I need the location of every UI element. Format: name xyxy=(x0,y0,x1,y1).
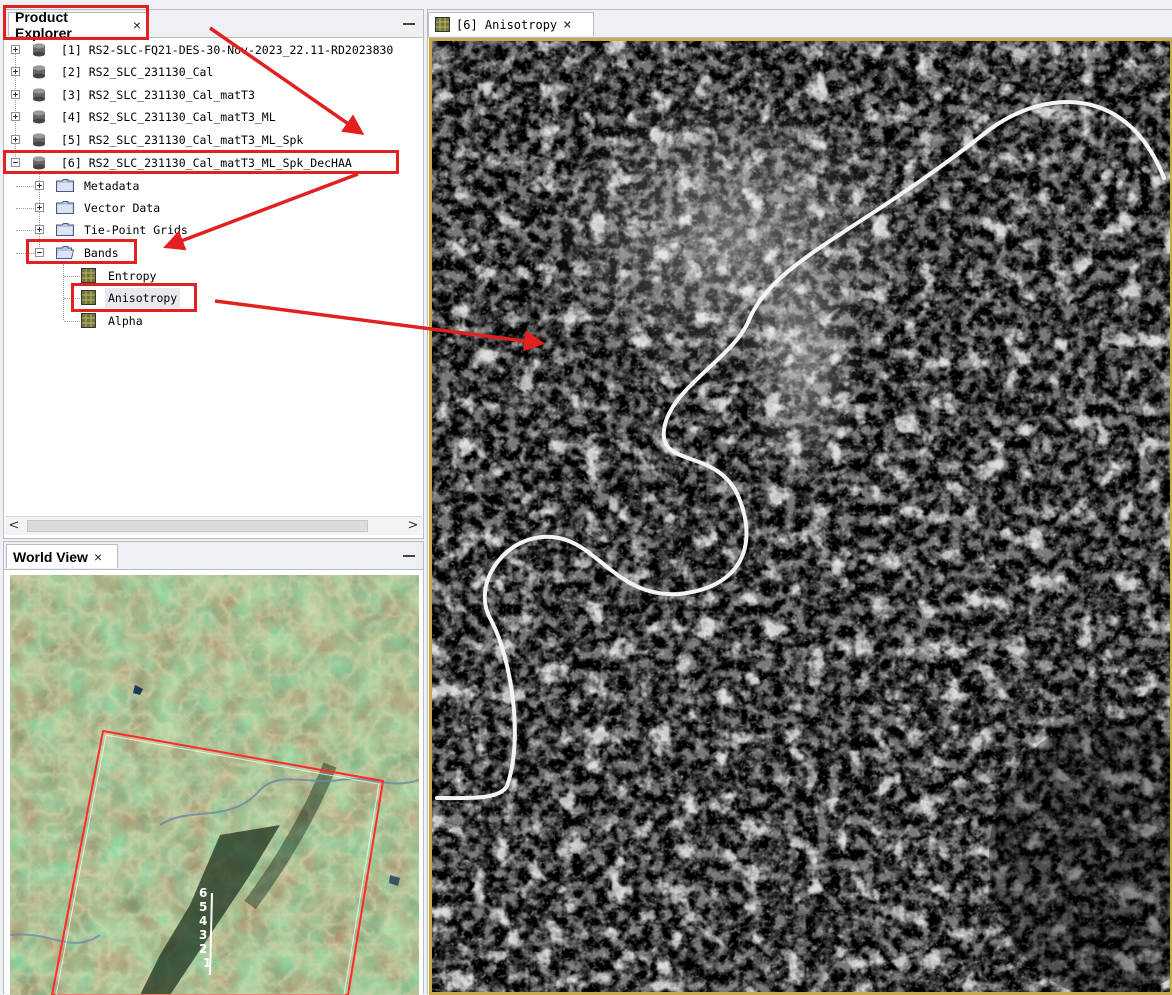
product-name: RS2_SLC_231130_Cal xyxy=(88,65,214,79)
tree-product-3[interactable]: [3] RS2_SLC_231130_Cal_matT3 xyxy=(4,85,424,105)
world-view-panel: World View × 6 5 4 3 2 1 xyxy=(3,541,424,995)
tree-product-5[interactable]: [5] RS2_SLC_231130_Cal_matT3_ML_Spk xyxy=(4,130,424,150)
tree-band-alpha[interactable]: Alpha xyxy=(4,311,424,331)
footprint-label: 6 xyxy=(199,886,207,900)
footprint-label: 3 xyxy=(199,928,207,942)
expand-toggle-icon[interactable] xyxy=(11,135,20,144)
close-icon[interactable]: × xyxy=(133,17,141,33)
scroll-left-icon[interactable]: < xyxy=(5,517,23,535)
product-index: [2] xyxy=(61,65,82,79)
tab-label: Product Explorer xyxy=(15,8,72,41)
product-name: RS2_SLC_231130_Cal_matT3_ML_Spk_DecHAA xyxy=(88,156,352,170)
raster-band-icon xyxy=(435,17,450,32)
product-name: RS2_SLC_231130_Cal_matT3_ML xyxy=(88,110,276,124)
expand-toggle-icon[interactable] xyxy=(35,225,44,234)
folder-open-icon xyxy=(56,246,74,259)
world-map[interactable]: 6 5 4 3 2 1 xyxy=(10,575,419,995)
footprint-label: 2 xyxy=(199,942,207,956)
minimize-icon[interactable] xyxy=(403,548,415,560)
close-icon[interactable]: × xyxy=(94,549,102,565)
expand-toggle-icon[interactable] xyxy=(11,45,20,54)
tree-band-anisotropy[interactable]: Anisotropy xyxy=(4,288,424,308)
world-view-tabbar: World View × xyxy=(4,542,423,570)
tab-label: World View xyxy=(13,548,88,565)
folder-icon xyxy=(56,223,74,236)
raster-band-icon xyxy=(81,313,96,328)
product-name: RS2-SLC-FQ21-DES-30-Nov-2023_22.11-RD202… xyxy=(88,43,394,57)
band-label: Entropy xyxy=(108,269,157,283)
close-icon[interactable]: × xyxy=(563,17,571,33)
tab-label: [6] Anisotropy xyxy=(456,17,558,32)
expand-toggle-icon[interactable] xyxy=(35,181,44,190)
product-index: [4] xyxy=(61,110,82,124)
footprint-label: 4 xyxy=(199,914,207,928)
tree-product-6[interactable]: [6] RS2_SLC_231130_Cal_matT3_ML_Spk_DecH… xyxy=(4,153,424,173)
database-icon xyxy=(33,133,45,147)
database-icon xyxy=(33,110,45,124)
group-label: Bands xyxy=(84,246,119,260)
anisotropy-image-canvas[interactable] xyxy=(429,38,1172,995)
tree-group-bands[interactable]: Bands xyxy=(4,243,424,263)
raster-band-icon xyxy=(81,268,96,283)
folder-icon xyxy=(56,179,74,192)
product-explorer-tabbar: Product Explorer × xyxy=(4,9,423,41)
raster-band-icon xyxy=(81,290,96,305)
tab-anisotropy-view[interactable]: [6] Anisotropy × xyxy=(428,12,594,36)
folder-icon xyxy=(56,201,74,214)
band-label: Anisotropy xyxy=(105,288,181,308)
expand-toggle-icon[interactable] xyxy=(11,112,20,121)
image-view-panel: [6] Anisotropy × xyxy=(427,9,1172,995)
tree-band-entropy[interactable]: Entropy xyxy=(4,266,424,286)
footprint-label: 5 xyxy=(199,900,207,914)
expand-toggle-icon[interactable] xyxy=(11,67,20,76)
product-name: RS2_SLC_231130_Cal_matT3_ML_Spk xyxy=(88,133,304,147)
collapse-toggle-icon[interactable] xyxy=(11,158,20,167)
product-name: RS2_SLC_231130_Cal_matT3 xyxy=(88,88,255,102)
product-explorer-panel: Product Explorer × [1] RS2-SLC-FQ21-DES-… xyxy=(3,9,424,539)
tree-group-metadata[interactable]: Metadata xyxy=(4,176,424,196)
scroll-right-icon[interactable]: > xyxy=(404,517,422,535)
collapse-toggle-icon[interactable] xyxy=(35,248,44,257)
scrollbar-thumb[interactable] xyxy=(27,520,368,532)
expand-toggle-icon[interactable] xyxy=(35,203,44,212)
group-label: Tie-Point Grids xyxy=(84,223,188,237)
minimize-icon[interactable] xyxy=(403,16,415,28)
image-view-tabbar: [6] Anisotropy × xyxy=(428,10,1172,38)
group-label: Metadata xyxy=(84,179,140,193)
expand-toggle-icon[interactable] xyxy=(11,90,20,99)
band-label: Alpha xyxy=(108,314,143,328)
database-icon xyxy=(33,156,45,170)
tree-product-4[interactable]: [4] RS2_SLC_231130_Cal_matT3_ML xyxy=(4,107,424,127)
horizontal-scrollbar[interactable]: < > xyxy=(5,516,422,535)
product-index: [1] xyxy=(61,43,82,57)
database-icon xyxy=(33,88,45,102)
product-index: [6] xyxy=(61,156,82,170)
tree-group-vector-data[interactable]: Vector Data xyxy=(4,198,424,218)
tab-world-view[interactable]: World View × xyxy=(6,544,118,568)
product-index: [5] xyxy=(61,133,82,147)
tree-group-tie-point-grids[interactable]: Tie-Point Grids xyxy=(4,220,424,240)
product-index: [3] xyxy=(61,88,82,102)
group-label: Vector Data xyxy=(84,201,161,215)
database-icon xyxy=(33,43,45,57)
tree-product-1[interactable]: [1] RS2-SLC-FQ21-DES-30-Nov-2023_22.11-R… xyxy=(4,40,424,60)
tab-product-explorer[interactable]: Product Explorer × xyxy=(8,9,148,41)
tree-product-2[interactable]: [2] RS2_SLC_231130_Cal xyxy=(4,62,424,82)
database-icon xyxy=(33,65,45,79)
